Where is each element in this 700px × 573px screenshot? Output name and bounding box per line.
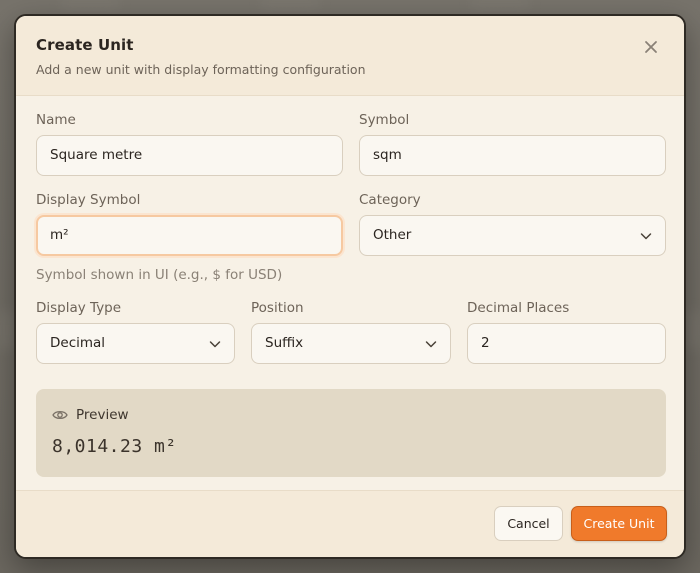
close-icon xyxy=(645,41,657,53)
display-type-value: Decimal xyxy=(50,335,106,351)
symbol-label: Symbol xyxy=(359,112,410,128)
create-unit-button[interactable]: Create Unit xyxy=(571,506,667,541)
decimal-places-label: Decimal Places xyxy=(467,300,570,316)
display-symbol-input[interactable]: m² xyxy=(36,215,343,256)
decimal-places-input[interactable]: 2 xyxy=(467,323,666,364)
display-symbol-hint: Symbol shown in UI (e.g., $ for USD) xyxy=(36,267,283,283)
backdrop-shape xyxy=(60,0,120,8)
close-button[interactable] xyxy=(642,38,660,56)
backdrop-shape xyxy=(0,310,14,350)
display-type-label: Display Type xyxy=(36,300,122,316)
category-select[interactable]: Other xyxy=(359,215,666,256)
position-label: Position xyxy=(251,300,304,316)
preview-panel: Preview 8,014.23 m² xyxy=(36,389,666,477)
preview-label: Preview xyxy=(76,407,129,423)
name-label: Name xyxy=(36,112,76,128)
position-select[interactable]: Suffix xyxy=(251,323,451,364)
category-value: Other xyxy=(373,227,412,243)
name-input[interactable]: Square metre xyxy=(36,135,343,176)
dialog-footer: Cancel Create Unit xyxy=(16,490,684,557)
backdrop-shape xyxy=(470,0,530,8)
chevron-down-icon xyxy=(425,341,437,348)
backdrop-shape xyxy=(688,310,700,350)
backdrop-shape xyxy=(260,0,320,8)
chevron-down-icon xyxy=(640,233,652,240)
chevron-down-icon xyxy=(209,341,221,348)
display-symbol-label: Display Symbol xyxy=(36,192,141,208)
create-unit-dialog: Create Unit Add a new unit with display … xyxy=(14,14,686,559)
dialog-subtitle: Add a new unit with display formatting c… xyxy=(36,62,366,77)
display-type-select[interactable]: Decimal xyxy=(36,323,235,364)
category-label: Category xyxy=(359,192,421,208)
dialog-title: Create Unit xyxy=(36,36,134,54)
position-value: Suffix xyxy=(265,335,304,351)
dialog-header: Create Unit Add a new unit with display … xyxy=(16,16,684,96)
symbol-input[interactable]: sqm xyxy=(359,135,666,176)
eye-icon xyxy=(52,410,68,420)
cancel-button[interactable]: Cancel xyxy=(494,506,563,541)
preview-value: 8,014.23 m² xyxy=(52,436,177,457)
